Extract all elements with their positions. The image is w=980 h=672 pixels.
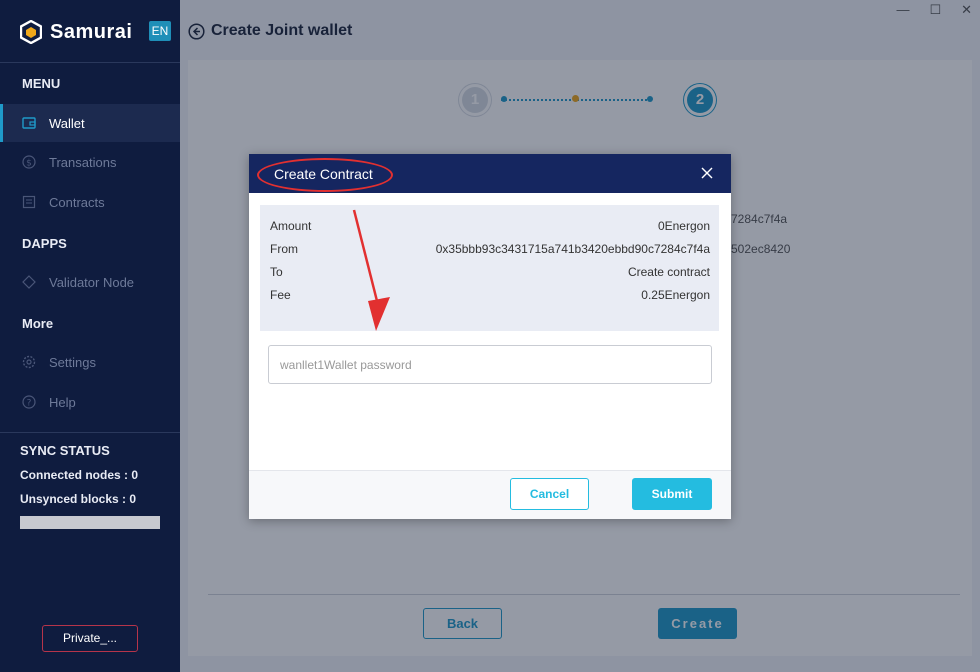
help-icon: ? [22, 395, 36, 409]
svg-text:$: $ [26, 159, 32, 169]
menu-section-title: MENU [22, 76, 61, 91]
connected-nodes: Connected nodes : 0 [20, 468, 139, 482]
annotation-ellipse [257, 158, 393, 192]
sync-progress-bar [20, 516, 160, 529]
sidebar-item-label: Validator Node [49, 274, 135, 290]
sidebar-item-wallet[interactable]: Wallet [0, 104, 180, 142]
row-value: Create contract [627, 265, 710, 279]
unsynced-blocks: Unsynced blocks : 0 [20, 492, 137, 506]
transaction-summary: Amount 0Energon From 0x35bbb93c3431715a7… [260, 205, 719, 331]
dialog-header: Create Contract [249, 154, 731, 193]
language-switch[interactable]: EN [149, 21, 171, 41]
sidebar-item-settings[interactable]: Settings [0, 343, 180, 381]
sidebar-item-label: Contracts [49, 194, 105, 210]
row-value: 0Energon [657, 219, 710, 233]
row-value: 0.25Energon [641, 288, 710, 302]
wallet-icon [22, 116, 36, 130]
sidebar-item-contracts[interactable]: Contracts [0, 183, 180, 221]
create-contract-dialog: Create Contract Amount 0Energon From 0x3… [249, 154, 731, 519]
dollar-icon: $ [22, 155, 36, 169]
summary-row-from: From 0x35bbb93c3431715a741b3420ebbd90c72… [270, 242, 710, 256]
row-label: Fee [270, 288, 291, 302]
sidebar-item-transations[interactable]: $ Transations [0, 143, 180, 181]
dapps-section-title: DAPPS [22, 236, 67, 251]
summary-row-amount: Amount 0Energon [270, 219, 710, 233]
gear-icon [22, 355, 36, 369]
contract-icon [22, 195, 36, 209]
svg-text:?: ? [27, 399, 32, 409]
sync-status-title: SYNC STATUS [20, 443, 110, 458]
divider [0, 62, 180, 63]
sidebar-item-label: Settings [49, 354, 96, 370]
sidebar-item-label: Help [49, 394, 76, 410]
wallet-password-input[interactable] [268, 345, 712, 384]
row-value: 0x35bbb93c3431715a741b3420ebbd90c7284c7f… [435, 242, 710, 256]
node-icon [22, 275, 36, 289]
cancel-button[interactable]: Cancel [510, 478, 589, 510]
divider [0, 432, 180, 433]
sidebar-item-help[interactable]: ? Help [0, 383, 180, 421]
row-label: To [270, 265, 283, 279]
submit-button[interactable]: Submit [632, 478, 712, 510]
samurai-logo-icon [20, 20, 42, 44]
sidebar-item-validator-node[interactable]: Validator Node [0, 263, 180, 301]
row-label: Amount [270, 219, 312, 233]
brand: Samurai [20, 18, 132, 46]
more-section-title: More [22, 316, 54, 331]
sidebar-item-label: Wallet [49, 115, 85, 131]
brand-name: Samurai [50, 20, 133, 43]
summary-row-fee: Fee 0.25Energon [270, 288, 710, 302]
sidebar-item-label: Transations [49, 154, 117, 170]
row-label: From [270, 242, 298, 256]
private-button[interactable]: Private_... [42, 625, 138, 652]
summary-row-to: To Create contract [270, 265, 710, 279]
close-icon[interactable] [701, 167, 713, 179]
sidebar: Samurai EN MENU Wallet $ Transations Con… [0, 0, 180, 672]
